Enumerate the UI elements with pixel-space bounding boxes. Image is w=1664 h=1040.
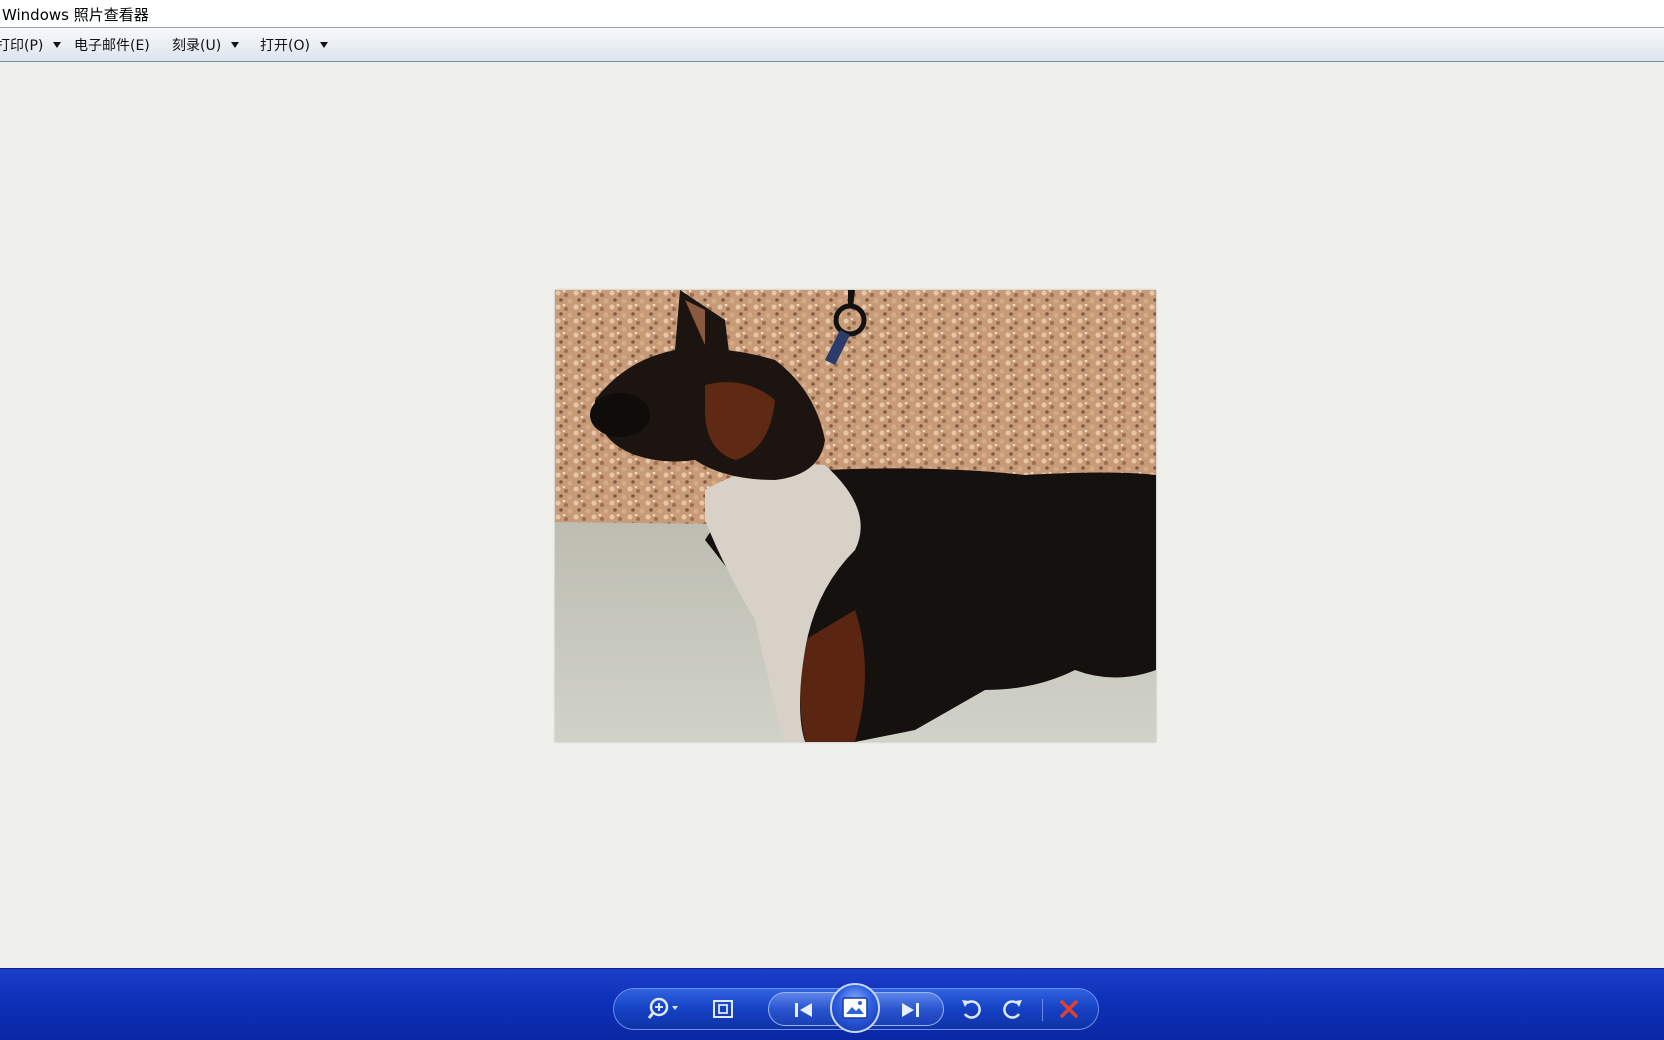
window-title: Windows 照片查看器 [2,6,149,24]
rotate-clockwise-button[interactable] [996,995,1030,1023]
image-viewer-area [0,62,1664,968]
slideshow-icon [842,997,868,1019]
chevron-down-icon [231,42,240,48]
zoom-icon [647,997,678,1019]
menu-burn-label: 刻录(U) [172,38,222,54]
rotate-counterclockwise-icon [962,1000,981,1019]
next-icon [902,1003,919,1017]
zoom-button[interactable] [644,995,684,1023]
menu-open[interactable]: 打开(O) [260,36,328,54]
toolbar-separator [1042,999,1043,1021]
chevron-down-icon [319,42,328,48]
menu-email[interactable]: 电子邮件(E) [74,36,150,54]
delete-icon [1060,1000,1078,1018]
rotate-counterclockwise-button[interactable] [954,995,988,1023]
photo [555,290,1156,742]
dog-photo-image [555,290,1156,742]
slideshow-button[interactable] [830,983,880,1033]
menu-bar: 打印(P) 电子邮件(E) 刻录(U) 打开(O) [0,28,1664,62]
menu-print-label: 打印(P) [0,38,44,54]
rotate-clockwise-icon [1003,1000,1022,1019]
menu-open-label: 打开(O) [260,38,310,54]
chevron-down-icon [53,42,62,48]
actual-size-icon [713,1000,733,1018]
actual-size-button[interactable] [706,995,740,1023]
next-button[interactable] [893,996,927,1024]
bottom-toolbar [0,968,1664,1040]
menu-print[interactable]: 打印(P) [0,36,62,54]
menu-email-label: 电子邮件(E) [74,38,150,54]
previous-button[interactable] [787,996,821,1024]
previous-icon [795,1003,812,1017]
menu-burn[interactable]: 刻录(U) [172,36,240,54]
title-bar: Windows 照片查看器 [0,0,1664,28]
delete-button[interactable] [1052,995,1086,1023]
playback-controls [613,983,1099,1033]
